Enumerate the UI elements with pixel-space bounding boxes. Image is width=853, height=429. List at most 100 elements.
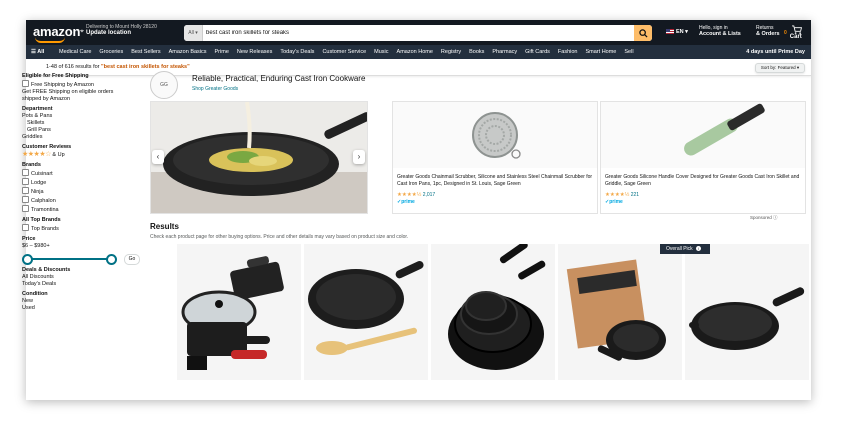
nav-bar: ☰ All Medical Care Groceries Best Seller…	[26, 45, 811, 59]
search-input[interactable]	[206, 25, 616, 41]
nav-all-menu[interactable]: ☰ All	[31, 49, 44, 55]
nav-item[interactable]: Medical Care	[59, 49, 91, 55]
skillet-set-image	[431, 244, 555, 380]
reviews-heading: Customer Reviews	[22, 144, 72, 150]
language-label: EN	[676, 29, 684, 35]
product-rating[interactable]: ★★★★½ 2,017	[397, 192, 435, 198]
nav-item[interactable]: Gift Cards	[525, 49, 550, 55]
nav-item[interactable]: Music	[374, 49, 388, 55]
prime-day-promo[interactable]: 4 days until Prime Day	[746, 49, 805, 55]
brand-checkbox[interactable]: Ninja	[22, 187, 142, 196]
star-rating: ★★★★½	[397, 192, 422, 198]
department-link[interactable]: Griddles	[22, 134, 142, 141]
nav-item[interactable]: Amazon Home	[397, 49, 433, 55]
brand-logo-text: GG	[160, 82, 168, 88]
deliver-to[interactable]: Delivering to Mount Holly 28120 Update l…	[86, 24, 157, 36]
product-title[interactable]: Greater Goods Silicone Handle Cover Desi…	[605, 174, 801, 187]
account-line2: Account & Lists	[699, 31, 741, 37]
price-go-button[interactable]: Go	[124, 254, 140, 265]
cart-icon	[792, 25, 803, 34]
search-category-label: All	[188, 30, 194, 36]
product-card[interactable]	[431, 244, 555, 380]
department-link[interactable]: Skillets	[22, 120, 142, 127]
sort-dropdown[interactable]: Sort by: Featured ▾	[755, 63, 805, 73]
condition-link[interactable]: New	[22, 298, 142, 305]
product-image[interactable]	[393, 102, 597, 168]
top-brands-checkbox[interactable]: Top Brands	[22, 224, 142, 233]
nav-item[interactable]: Groceries	[99, 49, 123, 55]
returns-orders[interactable]: Returns & Orders	[756, 25, 780, 37]
department-heading: Department	[22, 106, 53, 112]
language-selector[interactable]: EN ▾	[666, 29, 688, 35]
nav-item[interactable]: Prime	[215, 49, 229, 55]
carousel-prev-button[interactable]: ‹	[152, 150, 164, 164]
sponsored-product-card[interactable]: Greater Goods Silicone Handle Cover Desi…	[600, 101, 806, 214]
checkbox[interactable]	[22, 196, 29, 203]
search-category-select[interactable]: All ▾	[184, 25, 203, 41]
reviews-filter[interactable]: ★★★★☆ & Up	[22, 151, 142, 159]
brand-label: Cuisinart	[31, 171, 53, 177]
checkbox[interactable]	[22, 80, 29, 87]
nav-item[interactable]: Best Sellers	[131, 49, 160, 55]
nav-item[interactable]: Registry	[441, 49, 461, 55]
shop-brand-link[interactable]: Shop Greater Goods	[192, 86, 238, 92]
silicone-handle-illustration	[601, 102, 805, 168]
checkbox[interactable]	[22, 178, 29, 185]
checkbox[interactable]	[22, 224, 29, 231]
free-shipping-note: Get FREE Shipping on eligible orders shi…	[22, 89, 114, 102]
nav-item[interactable]: Smart Home	[586, 49, 617, 55]
price-slider-track	[26, 258, 113, 260]
nav-item[interactable]: Sell	[624, 49, 633, 55]
brand-label: Lodge	[31, 180, 47, 186]
checkbox[interactable]	[22, 187, 29, 194]
brand-checkbox[interactable]: Tramontina	[22, 205, 142, 214]
cart-button[interactable]: 0Cart	[784, 25, 811, 40]
nav-item[interactable]: Customer Service	[322, 49, 366, 55]
deals-link[interactable]: All Discounts	[22, 274, 142, 281]
product-card[interactable]	[558, 244, 682, 380]
sponsored-brand-title[interactable]: Reliable, Practical, Enduring Cast Iron …	[192, 74, 365, 83]
department-link[interactable]: Grill Pans	[22, 127, 142, 134]
sponsored-text: Sponsored	[750, 215, 772, 220]
info-icon[interactable]: i	[695, 246, 701, 251]
nav-item[interactable]: Today's Deals	[280, 49, 314, 55]
nav-item[interactable]: Books	[469, 49, 484, 55]
nav-item[interactable]: New Releases	[237, 49, 272, 55]
account-lists[interactable]: Hello, sign in Account & Lists	[699, 25, 741, 37]
department-link[interactable]: Pots & Pans	[22, 113, 142, 120]
us-flag-icon	[666, 29, 674, 35]
product-title[interactable]: Greater Goods Chainmail Scrubber, Silico…	[397, 174, 593, 187]
condition-link[interactable]: Used	[22, 305, 142, 312]
overall-pick-badge: Overall Pick i	[660, 244, 710, 254]
grill-press-set-image	[177, 244, 301, 380]
nav-item[interactable]: Pharmacy	[492, 49, 517, 55]
nav-item[interactable]: Amazon Basics	[169, 49, 207, 55]
product-image[interactable]	[601, 102, 805, 168]
skillet-hero-illustration	[151, 102, 367, 213]
checkbox[interactable]	[22, 205, 29, 212]
checkbox[interactable]	[22, 169, 29, 176]
search-button[interactable]	[634, 25, 652, 41]
sponsored-label[interactable]: Sponsored ⓘ	[750, 215, 778, 221]
free-shipping-checkbox[interactable]: Free Shipping by Amazon	[22, 80, 142, 89]
product-card[interactable]	[304, 244, 428, 380]
product-rating[interactable]: ★★★★½ 221	[605, 192, 639, 198]
nav-item[interactable]: Fashion	[558, 49, 578, 55]
sponsored-product-card[interactable]: Greater Goods Chainmail Scrubber, Silico…	[392, 101, 598, 214]
brand-checkbox[interactable]: Calphalon	[22, 196, 142, 205]
sponsored-hero-image[interactable]: ‹ ›	[150, 101, 368, 214]
cart-label: Cart	[789, 34, 802, 40]
brand-checkbox[interactable]: Cuisinart	[22, 169, 142, 178]
carousel-next-button[interactable]: ›	[353, 150, 365, 164]
deliver-line2: Update location	[86, 30, 132, 36]
price-slider[interactable]: Go	[22, 254, 140, 265]
product-card[interactable]	[685, 244, 809, 380]
product-card[interactable]	[177, 244, 301, 380]
brand-checkbox[interactable]: Lodge	[22, 178, 142, 187]
returns-line2: & Orders	[756, 31, 780, 37]
price-slider-min-handle[interactable]	[22, 254, 33, 265]
brand-logo[interactable]: GG	[150, 71, 178, 99]
deals-link[interactable]: Today's Deals	[22, 281, 142, 288]
price-slider-max-handle[interactable]	[106, 254, 117, 265]
location-pin-icon: ⌖	[80, 28, 84, 35]
